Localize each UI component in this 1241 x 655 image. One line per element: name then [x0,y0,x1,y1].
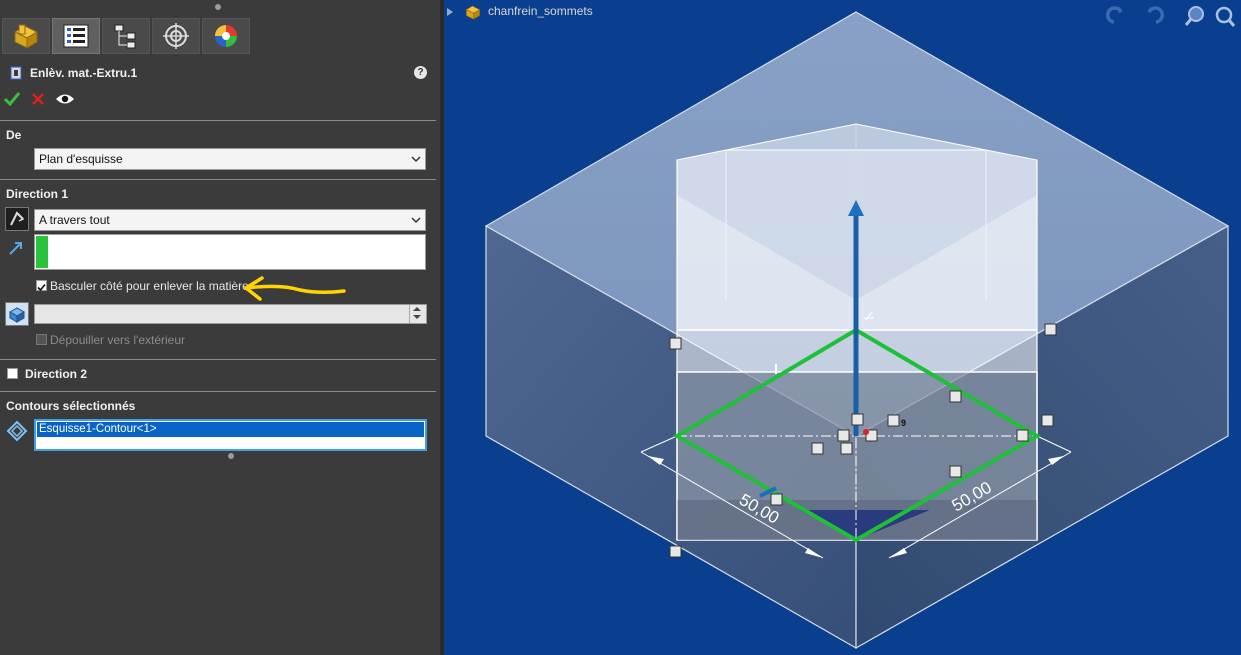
tab-property-manager[interactable] [52,18,100,54]
close-icon [32,93,44,105]
end-condition-select[interactable]: A travers tout [34,209,426,231]
model-scene: 50,00 50,00 9 [484,11,1230,650]
draft-angle-spinner[interactable] [409,305,426,323]
from-group-label: De [6,128,22,142]
preview-button[interactable] [53,87,77,111]
part-icon [13,24,39,49]
chevron-down-icon [411,217,421,224]
spinner-arrows-icon [413,307,421,319]
separator [0,179,436,180]
separator [0,120,436,121]
separator [0,391,436,392]
tab-feature-manager[interactable] [2,18,50,54]
annotation-arrow [244,276,346,301]
draft-outward-checkbox[interactable] [36,334,47,345]
direction-arrow-icon [9,242,22,255]
property-manager-panel: Enlèv. mat.-Extru.1 ? De Plan d'esquisse… [0,0,440,655]
draft-toggle-button[interactable] [5,302,29,326]
contours-list[interactable]: Esquisse1-Contour<1> [34,419,427,451]
relation-count-label: 9 [901,418,906,428]
eye-icon [56,94,74,104]
tab-dimxpert-manager[interactable] [152,18,200,54]
appearance-sphere-icon [215,25,237,47]
checkmark-icon [37,283,46,292]
crosshair-target-icon [163,23,189,49]
contour-selection-icon [6,420,28,442]
ok-button[interactable] [0,87,24,111]
contours-group-label: Contours sélectionnés [6,399,136,413]
tab-configuration-manager[interactable] [102,18,150,54]
panel-resize-grip[interactable] [228,453,234,459]
direction2-checkbox[interactable] [7,368,18,379]
draft-angle-input[interactable] [34,304,427,324]
flip-side-checkbox[interactable] [36,280,47,292]
draft-icon [8,307,26,323]
tab-display-manager[interactable] [202,18,250,54]
start-condition-select[interactable]: Plan d'esquisse [34,148,426,170]
checkmark-icon [3,92,21,107]
direction1-group-label: Direction 1 [6,187,69,201]
draft-outward-label: Dépouiller vers l'extérieur [50,333,186,347]
property-list-icon [63,24,89,48]
panel-resize-grip[interactable] [215,4,221,10]
start-condition-value: Plan d'esquisse [39,152,123,166]
selection-active-indicator [36,236,48,268]
reverse-direction-icon [10,211,25,226]
contour-list-item[interactable]: Esquisse1-Contour<1> [37,422,424,437]
chevron-down-icon [411,156,421,163]
separator [0,359,436,360]
feature-title: Enlèv. mat.-Extru.1 [30,66,138,80]
manager-tabs [0,16,440,56]
direction2-label: Direction 2 [25,367,88,381]
reverse-direction-button[interactable] [5,207,29,231]
flip-side-label: Basculer côté pour enlever la matière [50,279,249,293]
configuration-tree-icon [114,24,136,49]
direction-vector-selection-box[interactable] [34,234,426,270]
graphics-viewport[interactable]: chanfrein_sommets 50,00 50,00 9 [444,0,1241,655]
cancel-button[interactable] [26,87,50,111]
end-condition-value: A travers tout [39,213,110,227]
extruded-cut-icon [10,66,22,80]
help-icon[interactable]: ? [414,66,427,79]
